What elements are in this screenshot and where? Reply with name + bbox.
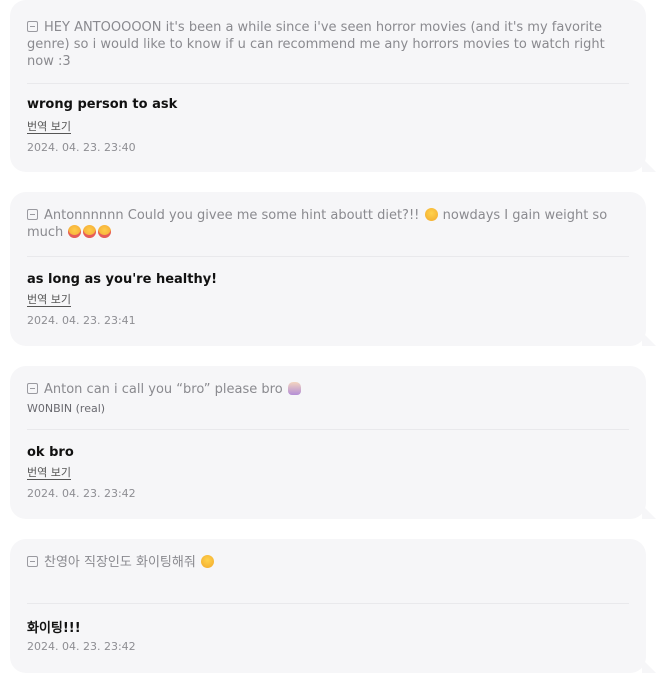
translate-link[interactable]: 번역 보기 [27,120,71,134]
message-icon [27,383,38,394]
qa-card: Anton can i call you “bro” please bro W0… [10,366,656,519]
question-text: Anton can i call you “bro” please bro [27,381,629,398]
message-icon [27,21,38,32]
question-label: Anton can i call you “bro” please bro [44,382,283,397]
divider [27,603,629,604]
bubble-tail [642,158,656,172]
crying-face-icon [83,225,97,238]
qa-card: Antonnnnnn Could you givee me some hint … [10,192,656,346]
message-icon [27,209,38,220]
message-icon [27,556,38,567]
bubble-tail [642,659,656,673]
answer-text: as long as you're healthy! [27,272,218,287]
question-label: Antonnnnnn Could you givee me some hint … [44,208,420,223]
translate-link[interactable]: 번역 보기 [27,293,71,307]
timestamp: 2024. 04. 23. 23:42 [27,487,136,500]
question-text: 찬영아 직장인도 화이팅해줘 [27,554,629,571]
crying-face-icon [68,225,82,238]
question-text: HEY ANTOOOOON it's been a while since i'… [27,19,629,70]
answer-text: ok bro [27,445,74,460]
qa-card: 찬영아 직장인도 화이팅해줘 화이팅!!! 2024. 04. 23. 23:4… [10,539,656,673]
translate-link[interactable]: 번역 보기 [27,466,71,480]
divider [27,83,629,84]
question-label: 찬영아 직장인도 화이팅해줘 [44,555,196,570]
timestamp: 2024. 04. 23. 23:40 [27,141,136,154]
qa-feed: HEY ANTOOOOON it's been a while since i'… [0,0,659,678]
answer-text: wrong person to ask [27,97,178,112]
bubble-tail [642,332,656,346]
pleading-hands-icon [287,382,301,395]
bubble-tail [642,505,656,519]
divider [27,429,629,430]
pleading-face-icon [200,555,214,568]
qa-card: HEY ANTOOOOON it's been a while since i'… [10,0,656,172]
question-text: Antonnnnnn Could you givee me some hint … [27,207,629,241]
timestamp: 2024. 04. 23. 23:42 [27,640,136,653]
asker-name: W0NBIN (real) [27,402,106,415]
timestamp: 2024. 04. 23. 23:41 [27,314,136,327]
divider [27,256,629,257]
pleading-face-icon [424,208,438,221]
answer-text: 화이팅!!! [27,621,81,636]
crying-face-icon [98,225,112,238]
question-label: HEY ANTOOOOON it's been a while since i'… [27,20,605,69]
